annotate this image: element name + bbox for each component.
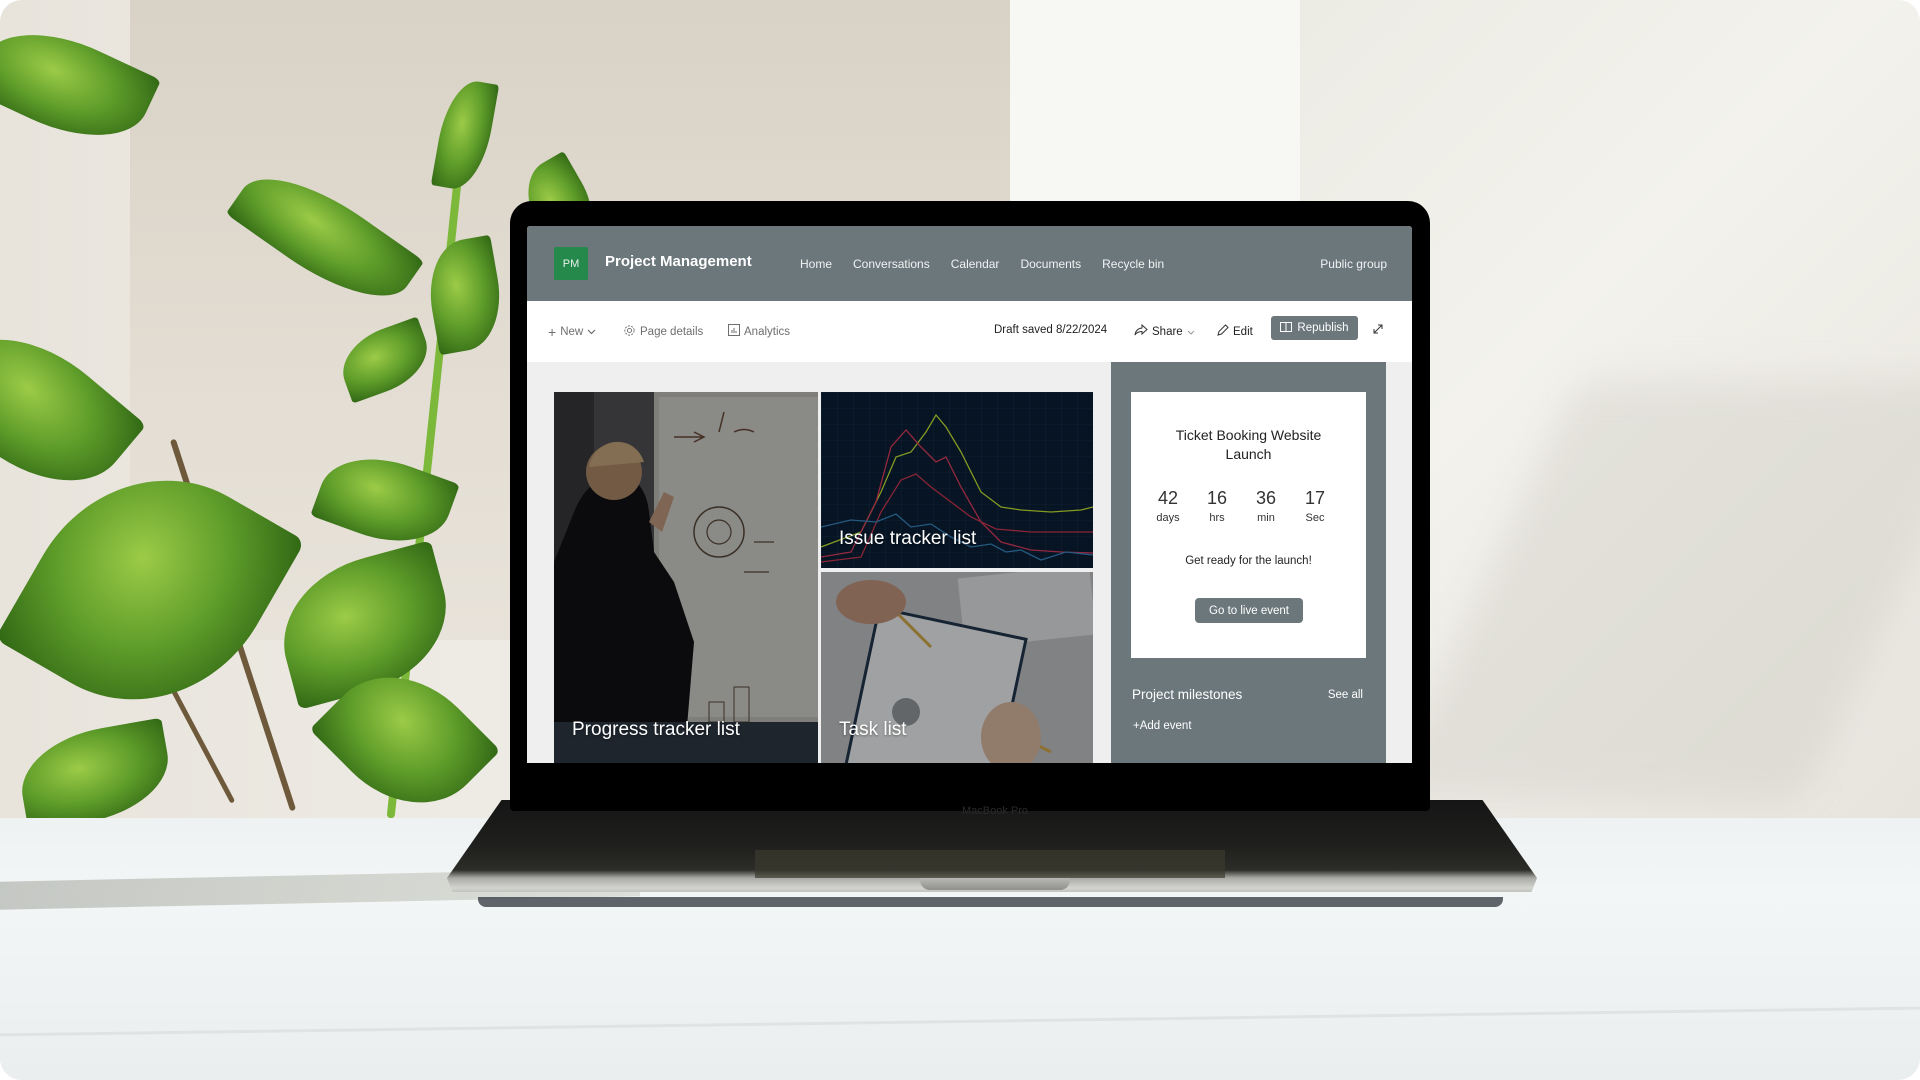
- site-title[interactable]: Project Management: [605, 253, 752, 270]
- share-button[interactable]: Share: [1134, 323, 1195, 339]
- side-panel: Ticket Booking Website Launch 42 days 16…: [1111, 362, 1386, 763]
- pencil-icon: [1217, 324, 1229, 339]
- nav-conversations[interactable]: Conversations: [853, 257, 930, 271]
- milestones-title: Project milestones: [1132, 687, 1243, 702]
- top-nav: Home Conversations Calendar Documents Re…: [800, 257, 1185, 271]
- countdown-hours: 16 hrs: [1206, 488, 1228, 524]
- tile-issue-tracker[interactable]: Issue tracker list: [821, 392, 1093, 568]
- tile-task-list[interactable]: Task list: [821, 572, 1093, 763]
- countdown-days: 42 days: [1156, 488, 1180, 524]
- laptop-foot: [478, 897, 1503, 907]
- plus-icon: +: [548, 324, 557, 340]
- see-all-link[interactable]: See all: [1328, 689, 1363, 701]
- page-details-button[interactable]: Page details: [623, 324, 703, 340]
- tile-progress-tracker[interactable]: Progress tracker list: [554, 392, 818, 763]
- group-visibility: Public group: [1320, 257, 1387, 271]
- laptop-trackpad: [755, 850, 1225, 878]
- tile-label: Issue tracker list: [839, 528, 977, 549]
- expand-button[interactable]: [1373, 324, 1383, 337]
- draft-status: Draft saved 8/22/2024: [994, 324, 1108, 336]
- share-icon: [1134, 323, 1148, 339]
- countdown-card: Ticket Booking Website Launch 42 days 16…: [1131, 392, 1366, 658]
- nav-calendar[interactable]: Calendar: [951, 257, 1000, 271]
- countdown-message: Get ready for the launch!: [1185, 555, 1312, 567]
- chevron-down-icon: [587, 326, 596, 338]
- analytics-button[interactable]: Analytics: [728, 324, 790, 339]
- whiteboard-image: [554, 392, 818, 763]
- tile-label: Progress tracker list: [572, 719, 740, 740]
- countdown-minutes: 36 min: [1255, 488, 1277, 524]
- add-event-button[interactable]: +Add event: [1133, 720, 1192, 732]
- republish-button[interactable]: Republish: [1271, 316, 1358, 340]
- countdown-seconds: 17 Sec: [1304, 488, 1326, 524]
- expand-icon: [1373, 324, 1383, 337]
- chevron-down-icon: [1187, 326, 1195, 338]
- page-content: Progress tracker list Issue tracker list: [527, 362, 1412, 763]
- site-logo[interactable]: PM: [554, 247, 588, 280]
- countdown-title: Ticket Booking Website Launch: [1175, 427, 1322, 462]
- command-bar: + New Page details Analytics Draft saved…: [527, 301, 1412, 362]
- plus-icon: +: [1133, 720, 1140, 732]
- site-header: PM Project Management Home Conversations…: [527, 226, 1412, 301]
- photo-background: MacBook Pro PM Project Management Home C…: [0, 0, 1920, 1080]
- book-icon: [1280, 321, 1293, 335]
- nav-documents[interactable]: Documents: [1020, 257, 1081, 271]
- laptop-screen: PM Project Management Home Conversations…: [527, 226, 1412, 763]
- go-to-live-event-button[interactable]: Go to live event: [1195, 598, 1303, 623]
- gear-icon: [623, 324, 636, 340]
- tile-label: Task list: [839, 719, 907, 740]
- new-button[interactable]: + New: [548, 324, 596, 340]
- laptop-brand-label: MacBook Pro: [961, 805, 1029, 817]
- laptop-notch: [920, 878, 1070, 890]
- edit-button[interactable]: Edit: [1217, 324, 1253, 339]
- analytics-icon: [728, 324, 740, 339]
- nav-home[interactable]: Home: [800, 257, 832, 271]
- nav-recycle-bin[interactable]: Recycle bin: [1102, 257, 1164, 271]
